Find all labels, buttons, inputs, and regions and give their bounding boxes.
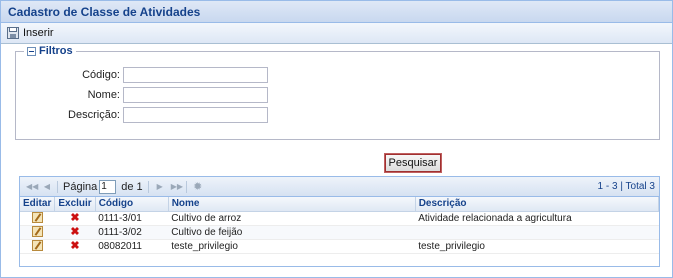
pager-toolbar: ◀◀ ◀ Página 1 de 1 ▶ ▶▶ ✹ 1 - 3 | Total … [20,177,659,197]
edit-pencil-icon[interactable] [31,226,43,238]
panel-title: Cadastro de Classe de Atividades [1,1,672,23]
insert-button[interactable]: Inserir [7,27,54,39]
page-input[interactable]: 1 [99,179,117,194]
pager-summary: 1 - 3 | Total 3 [597,181,655,192]
edit-pencil-icon[interactable] [31,240,43,252]
filters-fieldset: Filtros Código: Nome: Descrição: [15,45,660,140]
results-grid: ◀◀ ◀ Página 1 de 1 ▶ ▶▶ ✹ 1 - 3 | Total … [19,176,660,267]
cell-descricao [415,225,659,240]
descricao-row: Descrição: [16,107,268,123]
page-of-label: de 1 [121,180,143,193]
content-area: Filtros Código: Nome: Descrição: Pesquis… [7,45,667,272]
column-header-excluir[interactable]: Excluir [54,197,96,212]
column-header-codigo[interactable]: Código [95,197,169,212]
cell-codigo: 0111-3/02 [95,225,169,240]
cell-descricao: teste_privilegio [415,239,659,254]
descricao-input[interactable] [123,107,268,123]
classe-atividades-panel: Cadastro de Classe de Atividades Inserir… [0,0,673,278]
codigo-row: Código: [16,67,268,83]
collapse-toggle-icon[interactable] [27,46,36,56]
table-header-row: Editar Excluir Código Nome Descrição [20,197,660,212]
pager-separator [185,180,187,193]
cell-codigo: 0111-3/01 [95,211,169,226]
last-page-icon[interactable]: ▶▶ [171,182,183,192]
table-row[interactable]: ✖ 0111-3/02 Cultivo de feijão [20,225,659,240]
nome-row: Nome: [16,87,268,103]
cell-nome: Cultivo de arroz [168,211,416,226]
cell-nome: teste_privilegio [168,239,416,254]
toolbar: Inserir [1,23,672,44]
column-header-nome[interactable]: Nome [168,197,416,212]
column-header-editar[interactable]: Editar [20,197,56,212]
filters-legend: Filtros [24,45,76,57]
codigo-label: Código: [82,69,120,81]
nome-input[interactable] [123,87,268,103]
cell-descricao: Atividade relacionada a agricultura [415,211,659,226]
filters-legend-label: Filtros [39,45,73,57]
refresh-icon[interactable]: ✹ [193,181,203,192]
pager-separator [57,180,58,193]
cell-codigo: 08082011 [95,239,169,254]
data-table: Editar Excluir Código Nome Descrição ✖ 0… [20,197,660,254]
delete-x-icon[interactable]: ✖ [70,212,79,224]
table-row[interactable]: ✖ 0111-3/01 Cultivo de arroz Atividade r… [20,211,659,226]
delete-x-icon[interactable]: ✖ [70,240,79,252]
search-button[interactable]: Pesquisar [384,153,442,173]
codigo-input[interactable] [123,67,268,83]
delete-x-icon[interactable]: ✖ [70,226,79,238]
cell-nome: Cultivo de feijão [168,225,416,240]
table-row[interactable]: ✖ 08082011 teste_privilegio teste_privil… [20,239,659,254]
page-label: Página [63,180,98,193]
edit-pencil-icon[interactable] [31,212,43,224]
save-disk-icon [7,27,19,39]
next-page-icon[interactable]: ▶ [155,182,165,192]
descricao-label: Descrição: [68,109,120,121]
prev-page-icon[interactable]: ◀ [42,182,52,192]
nome-label: Nome: [87,89,120,101]
column-header-descricao[interactable]: Descrição [415,197,660,212]
first-page-icon[interactable]: ◀◀ [26,182,38,192]
insert-label: Inserir [23,27,54,39]
pager-separator [147,180,149,193]
